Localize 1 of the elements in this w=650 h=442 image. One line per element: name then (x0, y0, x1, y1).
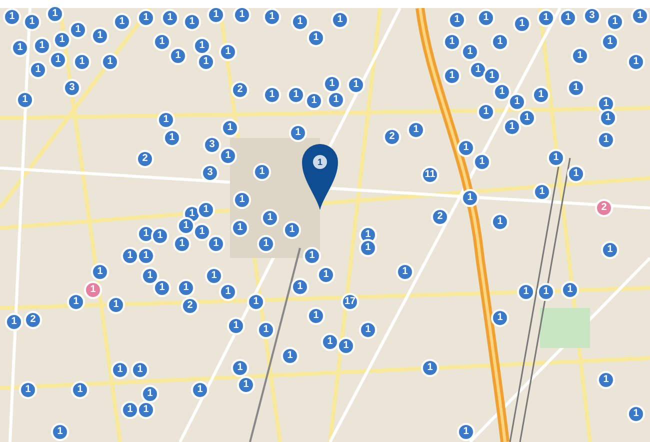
cluster-marker[interactable]: 1 (46, 5, 64, 23)
